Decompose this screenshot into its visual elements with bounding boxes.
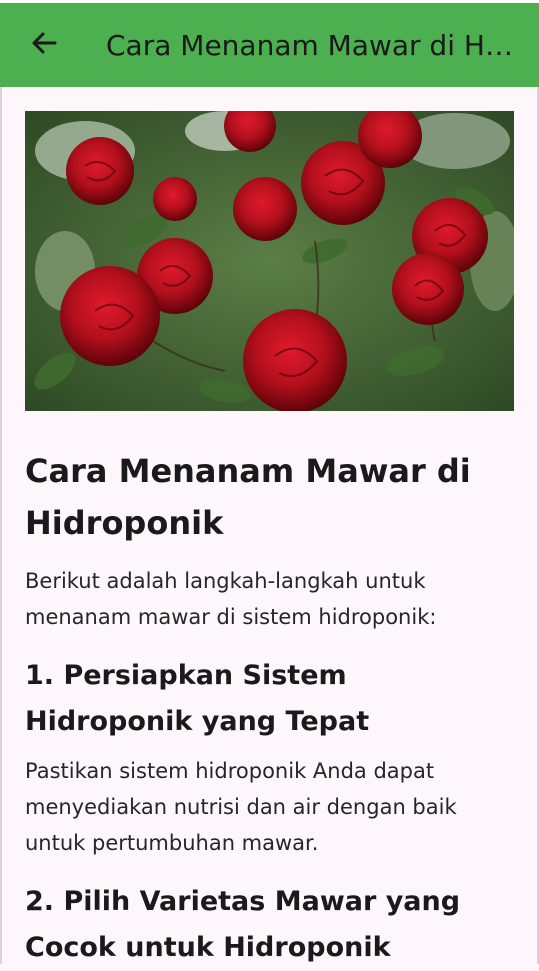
intro-paragraph: Berikut adalah langkah-langkah untuk men…: [25, 569, 437, 629]
app-bar-title: Cara Menanam Mawar di Hidroponik: [106, 28, 516, 62]
step-heading: 1. Persiapkan Sistem Hidroponik yang Tep…: [25, 660, 370, 737]
article-content: Cara Menanam Mawar di Hidroponik Berikut…: [25, 111, 515, 971]
left-border: [0, 87, 2, 964]
app-bar: Cara Menanam Mawar di Hidroponik: [0, 3, 539, 87]
arrow-left-icon: [31, 31, 57, 59]
step-heading: 2. Pilih Varietas Mawar yang Cocok untuk…: [25, 886, 461, 963]
step-body: Pastikan sistem hidroponik Anda dapat me…: [25, 759, 457, 855]
hero-image: [25, 111, 514, 411]
back-button[interactable]: [24, 25, 64, 65]
article-title: Cara Menanam Mawar di Hidroponik: [25, 452, 471, 542]
